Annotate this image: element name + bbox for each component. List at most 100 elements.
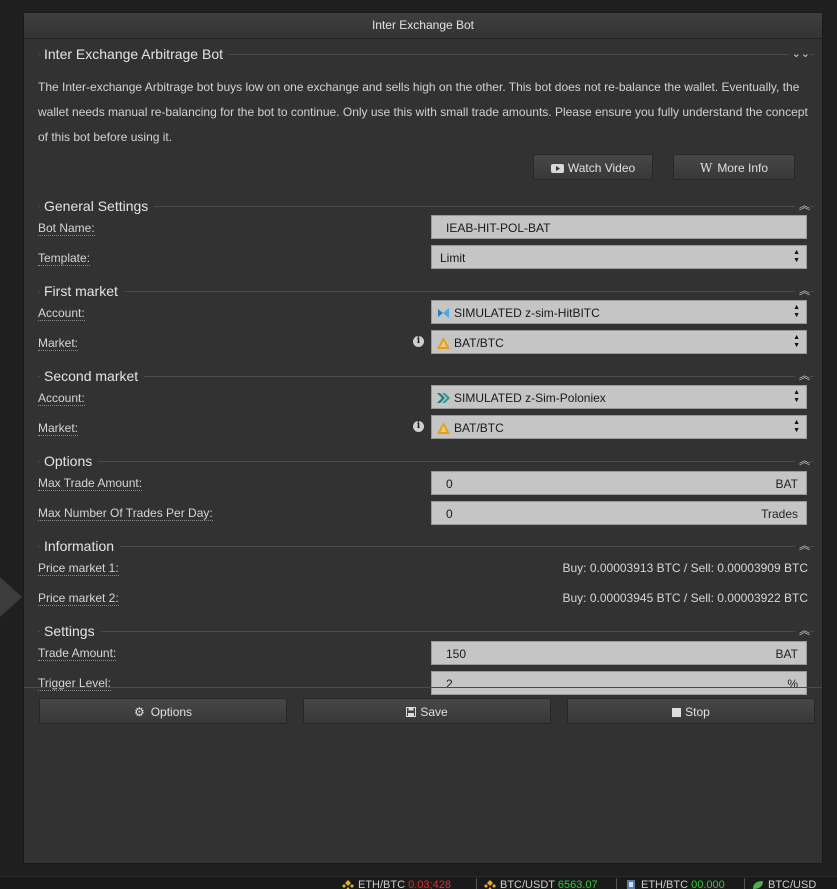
general-settings-header: General Settings ︽ — [38, 197, 814, 215]
ticker-pair: ETH/BTC — [641, 879, 689, 889]
options-button-label: Options — [150, 705, 193, 719]
trigger-level-label: Trigger Level: — [38, 676, 111, 691]
poloniex-icon — [437, 393, 450, 403]
first-market-title: First market — [40, 282, 124, 300]
section-divider — [38, 206, 814, 207]
trade-amount-input[interactable]: 150 BAT — [431, 641, 807, 665]
ticker-value: 00.000 — [691, 879, 725, 889]
general-settings-title: General Settings — [40, 197, 155, 215]
footer-divider — [24, 687, 822, 688]
ticker-item[interactable]: ETH/BTC 00.000 — [625, 879, 725, 889]
template-select[interactable]: Limit ▲ ▼ — [431, 245, 807, 269]
youtube-icon — [550, 164, 564, 173]
section-divider — [38, 376, 814, 377]
exchange-icon — [627, 880, 635, 889]
second-account-label: Account: — [38, 391, 85, 406]
max-trade-amount-value: 0 — [446, 477, 453, 491]
options-button[interactable]: ⚙ Options — [39, 698, 287, 724]
save-button-label: Save — [420, 705, 448, 719]
gear-icon: ⚙ — [133, 705, 145, 719]
information-section-title: Information — [40, 537, 121, 555]
ticker-pair: BTC/USD — [768, 879, 817, 889]
ticker-divider — [616, 878, 617, 889]
ticker-value: 0.03;428 — [408, 879, 451, 889]
window-title: Inter Exchange Bot — [24, 13, 822, 39]
max-trades-input[interactable]: 0 Trades — [431, 501, 807, 525]
ticker-item[interactable]: BTC/USD — [752, 879, 816, 889]
info-icon[interactable]: i — [413, 336, 424, 347]
first-account-label: Account: — [38, 306, 85, 321]
trade-amount-value: 150 — [446, 647, 467, 661]
floppy-disk-icon — [406, 707, 417, 717]
select-arrows-icon: ▲ ▼ — [793, 304, 800, 319]
chevron-up-double-icon[interactable]: ︽ — [795, 197, 810, 215]
side-panel-toggle[interactable] — [0, 577, 22, 617]
price-market-1-value: Buy: 0.00003913 BTC / Sell: 0.00003909 B… — [562, 561, 809, 575]
select-arrows-icon: ▲ ▼ — [793, 334, 800, 349]
binance-icon — [484, 880, 496, 889]
template-value: Limit — [440, 251, 466, 265]
chevron-down-double-icon[interactable]: ⌄⌄ — [787, 45, 810, 63]
section-divider — [38, 291, 814, 292]
ticker-item[interactable]: ETH/BTC 0.03;428 — [342, 879, 451, 889]
first-market-value: BAT/BTC — [454, 336, 504, 350]
section-divider — [38, 546, 814, 547]
bat-coin-icon — [437, 337, 450, 349]
second-account-select[interactable]: SIMULATED z-Sim-Poloniex ▲ ▼ — [431, 385, 807, 409]
ticker-pair: BTC/USDT — [500, 879, 555, 889]
price-market-1-label: Price market 1: — [38, 561, 119, 576]
bot-name-label: Bot Name: — [38, 221, 95, 236]
intro-section-header: Inter Exchange Arbitrage Bot ⌄⌄ — [38, 45, 814, 63]
binance-icon — [342, 880, 354, 889]
second-market-select[interactable]: BAT/BTC ▲ ▼ — [431, 415, 807, 439]
select-arrows-icon: ▲ ▼ — [793, 389, 800, 404]
price-market-2-value: Buy: 0.00003945 BTC / Sell: 0.00003922 B… — [562, 591, 809, 605]
trigger-level-unit: % — [787, 677, 798, 691]
bot-name-value: IEAB-HIT-POL-BAT — [446, 221, 551, 235]
max-trades-value: 0 — [446, 507, 453, 521]
max-trades-unit: Trades — [761, 507, 798, 521]
stop-button[interactable]: Stop — [567, 698, 815, 724]
bat-coin-icon — [437, 422, 450, 434]
options-section-title: Options — [40, 452, 99, 470]
max-trade-amount-input[interactable]: 0 BAT — [431, 471, 807, 495]
first-market-header: First market ︽ — [38, 282, 814, 300]
first-account-select[interactable]: SIMULATED z-sim-HitBITC ▲ ▼ — [431, 300, 807, 324]
bot-name-input[interactable]: IEAB-HIT-POL-BAT — [431, 215, 807, 239]
first-market-select[interactable]: BAT/BTC ▲ ▼ — [431, 330, 807, 354]
settings-section-header: Settings ︽ — [38, 622, 814, 640]
max-trade-amount-label: Max Trade Amount: — [38, 476, 143, 491]
more-info-label: More Info — [717, 161, 769, 175]
second-market-title: Second market — [40, 367, 145, 385]
first-market-label: Market: — [38, 336, 79, 351]
second-market-value: BAT/BTC — [454, 421, 504, 435]
chevron-up-double-icon[interactable]: ︽ — [795, 367, 810, 385]
max-trade-amount-unit: BAT — [775, 477, 798, 491]
trade-amount-unit: BAT — [775, 647, 798, 661]
ticker-divider — [744, 878, 745, 889]
settings-section-title: Settings — [40, 622, 101, 640]
trigger-level-value: 2 — [446, 677, 453, 691]
more-info-button[interactable]: W More Info — [673, 154, 795, 180]
chevron-up-double-icon[interactable]: ︽ — [795, 452, 810, 470]
stop-button-label: Stop — [685, 705, 710, 719]
chevron-up-double-icon[interactable]: ︽ — [795, 622, 810, 640]
price-market-2-label: Price market 2: — [38, 591, 119, 606]
watch-video-label: Watch Video — [567, 161, 636, 175]
stop-square-icon — [672, 708, 682, 717]
save-button[interactable]: Save — [303, 698, 551, 724]
first-account-value: SIMULATED z-sim-HitBITC — [454, 306, 600, 320]
intro-section-title: Inter Exchange Arbitrage Bot — [40, 45, 229, 63]
options-section-header: Options ︽ — [38, 452, 814, 470]
trade-amount-label: Trade Amount: — [38, 646, 117, 661]
trigger-level-input[interactable]: 2 % — [431, 671, 807, 695]
template-label: Template: — [38, 251, 91, 266]
chevron-up-double-icon[interactable]: ︽ — [795, 537, 810, 555]
ticker-bar: ETH/BTC 0.03;428 BTC/USDT 6563.07 ETH/BT… — [0, 876, 837, 889]
chevron-up-double-icon[interactable]: ︽ — [795, 282, 810, 300]
wikipedia-icon: W — [699, 161, 713, 175]
section-divider — [38, 461, 814, 462]
info-icon[interactable]: i — [413, 421, 424, 432]
watch-video-button[interactable]: Watch Video — [533, 154, 653, 180]
ticker-item[interactable]: BTC/USDT 6563.07 — [484, 879, 598, 889]
